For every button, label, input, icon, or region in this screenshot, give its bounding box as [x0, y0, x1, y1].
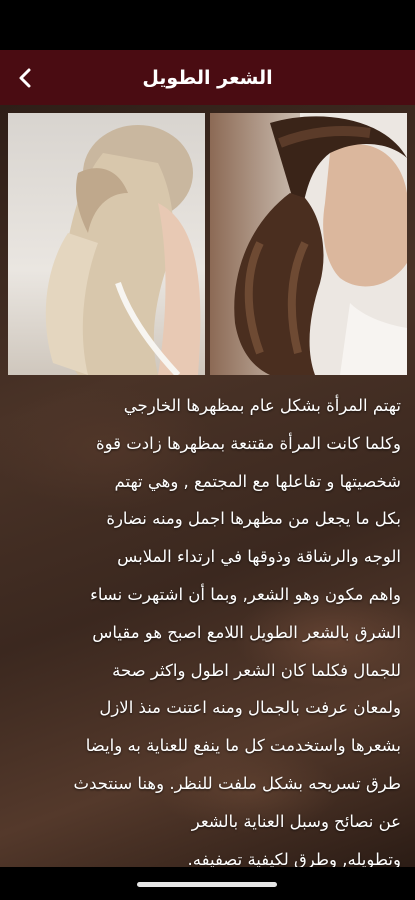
- app-bar: الشعر الطويل: [0, 50, 415, 105]
- article-line: وكلما كانت المرأة مقتنعة بمظهرها زادت قو…: [95, 433, 401, 453]
- chevron-left-icon: [19, 68, 31, 87]
- status-bar: [0, 0, 415, 50]
- article-line: الوجه والرشاقة وذوقها في ارتداء الملابس: [117, 547, 401, 567]
- article-line: بشعرها واستخدمت كل ما ينفع للعناية به وا…: [85, 736, 401, 756]
- page-title: الشعر الطويل: [142, 66, 273, 89]
- article-line: عن نصائح وسبل العناية بالشعر: [191, 811, 401, 831]
- article-line: للجمال فكلما كان الشعر اطول واكثر صحة: [112, 660, 401, 680]
- article-content: تهتم المرأة بشكل عام بمظهرها الخارجي وكل…: [0, 105, 415, 867]
- article-line: تهتم المرأة بشكل عام بمظهرها الخارجي: [123, 396, 401, 415]
- article-line: الشرق بالشعر الطويل اللامع اصبح هو مقياس: [92, 622, 401, 642]
- home-indicator[interactable]: [137, 882, 277, 887]
- blonde-ponytail-photo: [8, 113, 205, 375]
- article-line: شخصيتها و تفاعلها مع المجتمع , وهي تهتم: [114, 471, 401, 491]
- article-line: وتطويله, وطرق لكيفية تصفيفه.: [187, 849, 401, 867]
- back-button[interactable]: [8, 50, 42, 105]
- article-line: طرق تسريحه بشكل ملفت للنظر. وهنا سنتحدث: [73, 773, 401, 793]
- article-text: تهتم المرأة بشكل عام بمظهرها الخارجي وكل…: [12, 387, 401, 867]
- article-line: بكل ما يجعل من مظهرها اجمل ومنه نضارة: [106, 509, 401, 529]
- braided-brunette-ponytail-photo: [210, 113, 407, 375]
- hero-image: [8, 113, 407, 375]
- navigation-bar: [0, 867, 415, 900]
- article-line: واهم مكون وهو الشعر, وبما أن اشتهرت نساء: [90, 584, 401, 604]
- article-line: ولمعان عرفت بالجمال ومنه اعتنت منذ الازل: [99, 698, 401, 718]
